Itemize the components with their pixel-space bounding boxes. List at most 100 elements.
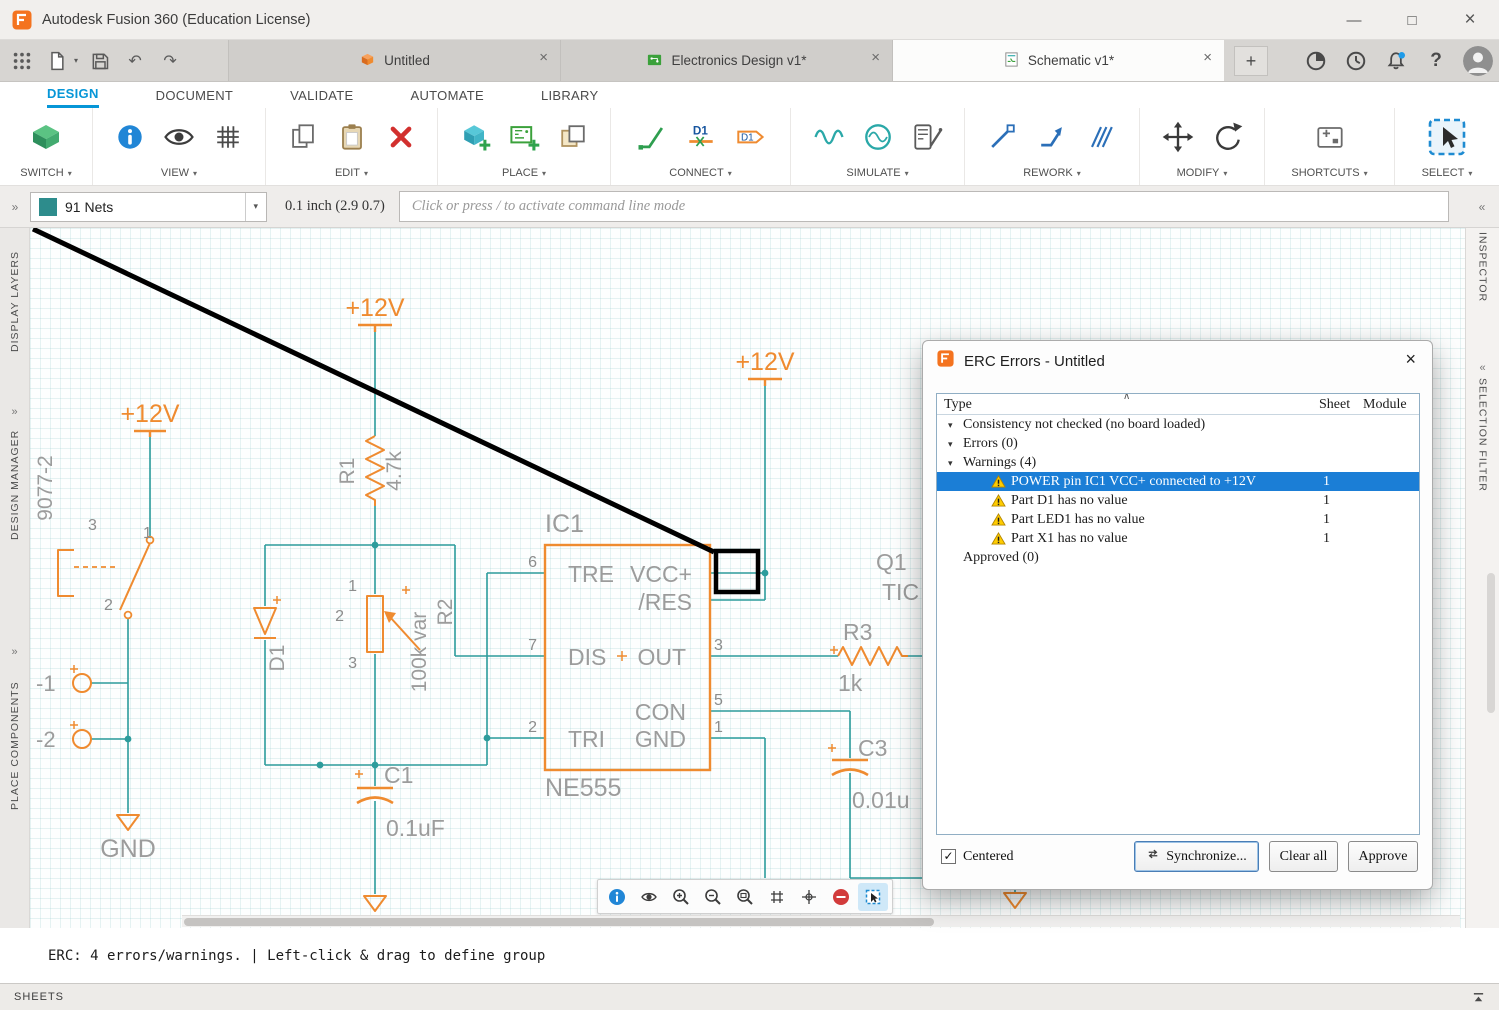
origin-crosshair-icon[interactable] (794, 883, 824, 911)
component-r3[interactable]: R3 1k (830, 619, 908, 696)
save-button[interactable] (87, 48, 113, 74)
column-type[interactable]: Type (944, 397, 972, 413)
zoom-in-icon[interactable] (666, 883, 696, 911)
modify-menu[interactable]: MODIFY▾ (1177, 167, 1228, 179)
component-r2[interactable]: 1 2 3 R2 100k var (335, 578, 457, 692)
new-tab-button[interactable]: + (1234, 46, 1268, 76)
probe-icon[interactable] (909, 119, 945, 155)
power-12v-left[interactable]: +12V (120, 400, 179, 437)
sheets-expand-icon[interactable] (1472, 991, 1485, 1004)
tab-close-icon[interactable]: × (1203, 50, 1212, 65)
visibility-eye-icon[interactable] (161, 119, 197, 155)
gnd-symbol-c1[interactable] (364, 896, 386, 911)
tab-electronics-design[interactable]: Electronics Design v1* × (560, 40, 892, 81)
panel-design-manager[interactable]: DESIGN MANAGER (0, 420, 29, 540)
user-avatar[interactable] (1463, 46, 1493, 76)
paste-icon[interactable] (334, 119, 370, 155)
edit-line-icon[interactable] (985, 119, 1021, 155)
clear-all-button[interactable]: Clear all (1269, 841, 1338, 872)
menu-validate[interactable]: VALIDATE (290, 82, 353, 108)
erc-results-table[interactable]: Type ∧ Sheet Module ▾ Consistency not ch… (936, 393, 1420, 835)
menu-document[interactable]: DOCUMENT (156, 82, 234, 108)
info-icon[interactable] (602, 883, 632, 911)
net-flag-icon[interactable]: D1 (732, 119, 768, 155)
column-sheet[interactable]: Sheet (1319, 397, 1350, 413)
erc-group-consistency[interactable]: ▾ Consistency not checked (no board load… (937, 415, 1419, 434)
component-ic1[interactable]: TRE VCC+ /RES DIS OUT CON TRI GND 6 7 2 … (528, 510, 723, 802)
place-part-icon[interactable] (457, 119, 493, 155)
edit-menu[interactable]: EDIT▾ (335, 167, 368, 179)
ripup-icon[interactable] (1083, 119, 1119, 155)
net-label-icon[interactable]: D1 (683, 119, 719, 155)
panel-place-components[interactable]: PLACE COMPONENTS (0, 660, 29, 810)
duplicate-icon[interactable] (555, 119, 591, 155)
tree-expander-icon[interactable]: ▾ (948, 416, 953, 435)
info-icon[interactable] (112, 119, 148, 155)
right-scrollbar-thumb[interactable] (1487, 573, 1495, 713)
rework-menu[interactable]: REWORK▾ (1023, 167, 1081, 179)
file-menu-button[interactable] (44, 48, 70, 74)
canvas-horizontal-scrollbar[interactable] (182, 915, 1460, 927)
erc-warning-row[interactable]: Part D1 has no value 1 (937, 491, 1419, 510)
connect-menu[interactable]: CONNECT▾ (669, 167, 731, 179)
draw-net-icon[interactable] (634, 119, 670, 155)
component-c3[interactable]: C3 0.01u (828, 735, 910, 813)
dialog-close-icon[interactable]: × (1405, 350, 1416, 368)
grid-toggle-icon[interactable] (762, 883, 792, 911)
place-components-expand-icon[interactable]: » (0, 646, 29, 658)
component-switch[interactable]: 3 1 2 9077-2 (34, 455, 153, 618)
shortcuts-icon[interactable] (1312, 119, 1348, 155)
waveform-icon[interactable] (811, 119, 847, 155)
erc-group-errors[interactable]: ▾ Errors (0) (937, 434, 1419, 453)
column-module[interactable]: Module (1363, 397, 1407, 413)
tab-schematic[interactable]: Schematic v1* × (892, 40, 1224, 81)
panel-display-layers[interactable]: DISPLAY LAYERS (0, 232, 29, 352)
undo-button[interactable]: ↶ (122, 48, 148, 74)
box-select-icon[interactable] (858, 883, 888, 911)
app-grid-icon[interactable] (9, 48, 35, 74)
tab-untitled[interactable]: Untitled × (228, 40, 560, 81)
component-header-1[interactable]: -1 (36, 665, 91, 696)
gnd-symbol-right[interactable] (1004, 893, 1026, 908)
gnd-symbol-left[interactable]: GND (100, 815, 156, 863)
reroute-arrow-icon[interactable] (1034, 119, 1070, 155)
synchronize-button[interactable]: Synchronize... (1134, 841, 1259, 872)
erc-dialog-titlebar[interactable]: ERC Errors - Untitled × (923, 341, 1432, 381)
tab-close-icon[interactable]: × (539, 50, 548, 65)
tree-expander-icon[interactable]: ▾ (948, 454, 953, 473)
caret-down-icon[interactable]: ▾ (245, 193, 258, 221)
power-12v-right[interactable]: +12V (735, 348, 794, 386)
menu-library[interactable]: LIBRARY (541, 82, 599, 108)
nets-dropdown[interactable]: 91 Nets ▾ (30, 192, 267, 222)
panel-selection-filter[interactable]: SELECTION FILTER (1466, 378, 1499, 508)
move-icon[interactable] (1160, 119, 1196, 155)
display-layers-expand-icon[interactable]: » (0, 200, 30, 214)
erc-warning-row-selected[interactable]: POWER pin IC1 VCC+ connected to +12V 1 (937, 472, 1419, 491)
place-menu[interactable]: PLACE▾ (502, 167, 546, 179)
window-close-button[interactable]: × (1441, 0, 1499, 40)
menu-design[interactable]: DESIGN (47, 82, 99, 108)
view-menu[interactable]: VIEW▾ (161, 167, 197, 179)
erc-group-approved[interactable]: Approved (0) (937, 548, 1419, 567)
remove-icon[interactable] (826, 883, 856, 911)
erc-warning-row[interactable]: Part X1 has no value 1 (937, 529, 1419, 548)
delete-icon[interactable] (383, 119, 419, 155)
component-c1[interactable]: C1 0.1uF (355, 762, 445, 841)
file-menu-caret-icon[interactable]: ▾ (74, 56, 78, 65)
extensions-icon[interactable] (1303, 48, 1329, 74)
tree-expander-icon[interactable]: ▾ (948, 435, 953, 454)
select-menu[interactable]: SELECT▾ (1422, 167, 1473, 179)
design-manager-expand-icon[interactable]: » (0, 406, 29, 418)
centered-checkbox[interactable]: ✓ (941, 849, 956, 864)
sort-ascending-icon[interactable]: ∧ (1123, 393, 1130, 402)
workspace-switch-icon[interactable] (26, 117, 66, 157)
place-board-icon[interactable] (506, 119, 542, 155)
oscilloscope-icon[interactable] (860, 119, 896, 155)
visibility-eye-icon[interactable] (634, 883, 664, 911)
selection-filter-collapse-icon[interactable]: « (1466, 362, 1499, 374)
maximize-button[interactable]: □ (1383, 0, 1441, 40)
minimize-button[interactable]: — (1325, 0, 1383, 40)
scrollbar-thumb[interactable] (184, 918, 934, 926)
notification-bell-icon[interactable] (1383, 48, 1409, 74)
approve-button[interactable]: Approve (1348, 841, 1418, 872)
